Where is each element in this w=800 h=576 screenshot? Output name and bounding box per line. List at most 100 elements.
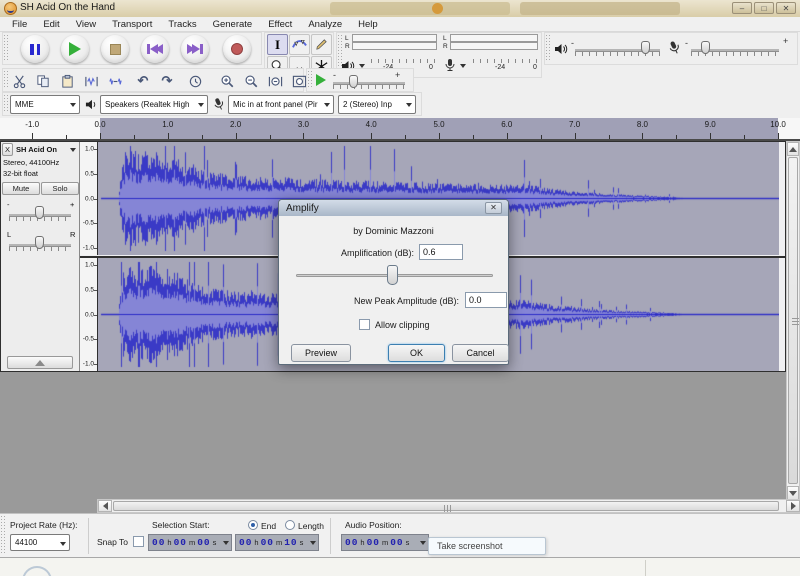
pan-slider-thumb[interactable] bbox=[35, 236, 44, 249]
dropdown-icon bbox=[60, 542, 66, 546]
input-meter-right-bar[interactable] bbox=[450, 42, 538, 50]
pause-button[interactable] bbox=[21, 35, 49, 63]
time-digits: 00 bbox=[390, 537, 403, 548]
menu-file[interactable]: File bbox=[4, 18, 35, 31]
play-at-speed-icon[interactable] bbox=[316, 74, 326, 86]
end-radio[interactable] bbox=[248, 520, 258, 530]
new-peak-input[interactable]: 0.0 bbox=[465, 292, 507, 308]
cancel-button[interactable]: Cancel bbox=[452, 344, 509, 362]
fit-selection-button[interactable] bbox=[263, 70, 287, 92]
paste-button[interactable] bbox=[55, 70, 79, 92]
menu-help[interactable]: Help bbox=[350, 18, 386, 31]
envelope-tool-button[interactable] bbox=[289, 34, 310, 55]
vertical-scroll-thumb[interactable] bbox=[788, 157, 798, 484]
redo-button[interactable]: ↷ bbox=[155, 70, 179, 92]
zoom-out-button[interactable] bbox=[239, 70, 263, 92]
menu-edit[interactable]: Edit bbox=[35, 18, 67, 31]
audio-position-field[interactable]: 00h00m00s bbox=[341, 534, 429, 551]
menu-generate[interactable]: Generate bbox=[205, 18, 261, 31]
skip-to-end-button[interactable] bbox=[181, 35, 209, 63]
cut-button[interactable] bbox=[7, 70, 31, 92]
project-rate-select[interactable]: 44100 bbox=[10, 534, 70, 551]
close-icon[interactable]: ✕ bbox=[776, 2, 796, 14]
undo-button[interactable]: ↶ bbox=[131, 70, 155, 92]
preview-button[interactable]: Preview bbox=[291, 344, 351, 362]
ok-button[interactable]: OK bbox=[388, 344, 445, 362]
menu-analyze[interactable]: Analyze bbox=[300, 18, 350, 31]
toolbar-grip[interactable] bbox=[308, 71, 313, 89]
timeline-ruler[interactable]: -1.00.01.02.03.04.05.06.07.08.09.010.0 bbox=[0, 118, 800, 141]
vertical-scale-right-channel[interactable]: 1.00.50.0-0.5-1.0 bbox=[80, 258, 98, 371]
allow-clipping-checkbox[interactable] bbox=[359, 319, 370, 330]
input-meter-left-bar[interactable] bbox=[450, 34, 538, 42]
gain-slider-thumb[interactable] bbox=[35, 206, 44, 219]
track-menu-dropdown-icon[interactable] bbox=[70, 148, 76, 152]
mute-button[interactable]: Mute bbox=[2, 182, 40, 195]
snap-to-checkbox[interactable] bbox=[133, 536, 144, 547]
output-meter-right-bar[interactable] bbox=[352, 42, 437, 50]
length-radio[interactable] bbox=[285, 520, 295, 530]
silence-button[interactable] bbox=[103, 70, 127, 92]
toolbar-grip[interactable] bbox=[546, 35, 551, 62]
separator bbox=[330, 518, 331, 554]
scroll-down-button[interactable] bbox=[787, 486, 799, 500]
zoom-out-icon bbox=[244, 74, 259, 89]
play-speed-thumb[interactable] bbox=[349, 75, 358, 88]
input-meter-dropdown-icon[interactable] bbox=[460, 64, 466, 68]
skip-to-start-button[interactable] bbox=[141, 35, 169, 63]
audio-host-select[interactable]: MME bbox=[10, 95, 80, 114]
selection-start-field[interactable]: 00h00m00s bbox=[148, 534, 232, 551]
input-channels-select[interactable]: 2 (Stereo) Inp bbox=[338, 95, 416, 114]
time-unit: s bbox=[213, 538, 217, 547]
input-device-select[interactable]: Mic in at front panel (Pir bbox=[228, 95, 334, 114]
input-volume-thumb[interactable] bbox=[701, 41, 710, 54]
vertical-scale-left-channel[interactable]: 1.00.50.0-0.5-1.0 bbox=[80, 142, 98, 255]
copy-button[interactable] bbox=[31, 70, 55, 92]
ruler-tick bbox=[473, 135, 474, 139]
maximize-icon[interactable]: □ bbox=[754, 2, 774, 14]
track-depth: 32-bit float bbox=[3, 169, 38, 178]
selection-end-field[interactable]: 00h00m10s bbox=[235, 534, 319, 551]
selection-tool-button[interactable]: I bbox=[267, 34, 288, 55]
stop-button[interactable] bbox=[101, 35, 129, 63]
play-button[interactable] bbox=[61, 35, 89, 63]
title-bar: SH Acid On the Hand – □ ✕ bbox=[0, 0, 800, 17]
dropdown-icon bbox=[420, 541, 426, 545]
output-volume-thumb[interactable] bbox=[641, 41, 650, 54]
toolbar-grip[interactable] bbox=[4, 95, 9, 113]
ruler-label: 4.0 bbox=[366, 120, 377, 129]
menu-transport[interactable]: Transport bbox=[104, 18, 160, 31]
horizontal-scrollbar[interactable] bbox=[97, 499, 800, 513]
menu-view[interactable]: View bbox=[68, 18, 104, 31]
toolbar-grip[interactable] bbox=[1, 516, 6, 555]
dialog-close-icon[interactable]: ✕ bbox=[485, 202, 502, 214]
track-title[interactable]: SH Acid On bbox=[16, 145, 57, 154]
output-meter-left-bar[interactable] bbox=[352, 34, 437, 42]
minimize-icon[interactable]: – bbox=[732, 2, 752, 14]
record-button[interactable] bbox=[223, 35, 251, 63]
solo-button[interactable]: Solo bbox=[41, 182, 79, 195]
dialog-title-bar[interactable]: Amplify ✕ bbox=[279, 200, 508, 216]
horizontal-scroll-thumb[interactable] bbox=[113, 501, 779, 511]
output-device-select[interactable]: Speakers (Realtek High bbox=[100, 95, 208, 114]
amplification-slider-thumb[interactable] bbox=[387, 265, 398, 285]
scroll-left-button[interactable] bbox=[98, 500, 112, 512]
menu-effect[interactable]: Effect bbox=[260, 18, 300, 31]
toolbar-grip[interactable] bbox=[4, 35, 9, 62]
amplification-input[interactable]: 0.6 bbox=[419, 244, 463, 260]
scroll-right-button[interactable] bbox=[786, 500, 800, 512]
draw-tool-button[interactable] bbox=[311, 34, 332, 55]
transcription-toolbar: - + bbox=[306, 68, 414, 92]
sync-lock-button[interactable] bbox=[183, 70, 207, 92]
menu-tracks[interactable]: Tracks bbox=[160, 18, 204, 31]
ruler-tick bbox=[744, 135, 745, 139]
ruler-label: 2.0 bbox=[230, 120, 241, 129]
track-collapse-button[interactable] bbox=[7, 356, 73, 369]
trim-button[interactable] bbox=[79, 70, 103, 92]
track-close-button[interactable]: X bbox=[2, 143, 13, 156]
vertical-scrollbar[interactable] bbox=[786, 141, 800, 499]
scroll-up-button[interactable] bbox=[787, 142, 799, 156]
zoom-in-button[interactable] bbox=[215, 70, 239, 92]
microphone-icon[interactable] bbox=[443, 58, 457, 72]
skip-to-end-icon bbox=[187, 44, 203, 54]
